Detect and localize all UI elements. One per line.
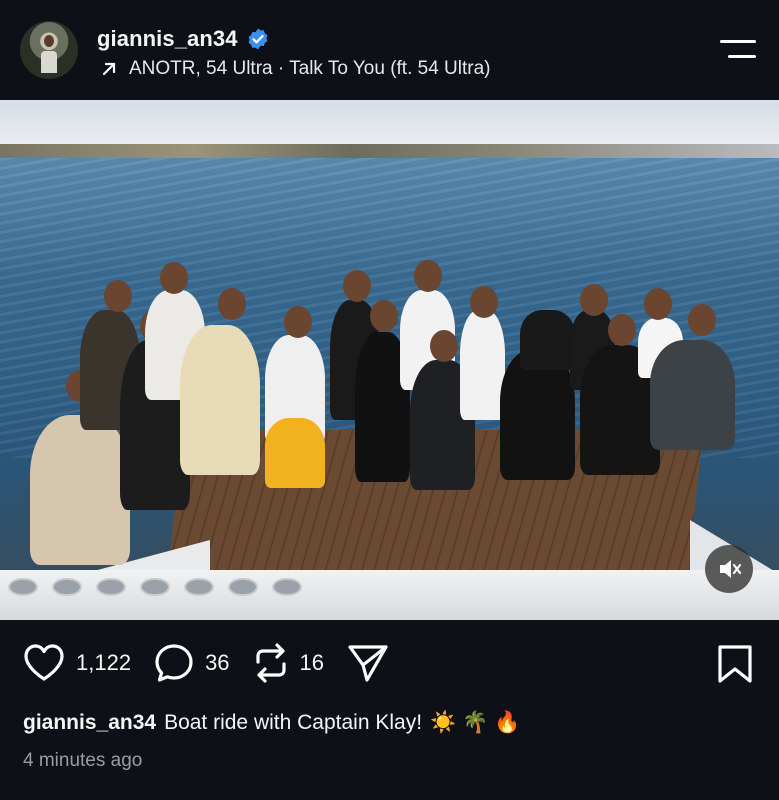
speaker-muted-icon [720,560,742,578]
action-bar: 1,122 36 16 [22,642,412,684]
photo-boat-vents [0,578,302,596]
timestamp: 4 minutes ago [23,750,143,771]
username-row: giannis_an34 [97,26,270,52]
send-icon [348,645,388,682]
mute-button[interactable] [705,545,753,593]
like-count: 1,122 [76,650,132,675]
heart-icon [24,644,64,681]
repost-icon [255,643,286,683]
music-label: ANOTR, 54 Ultra · Talk To You (ft. 54 Ul… [129,58,491,79]
caption-username[interactable]: giannis_an34 [23,711,156,735]
arrow-up-right-icon [102,62,116,76]
music-row[interactable]: ANOTR, 54 Ultra · Talk To You (ft. 54 Ul… [99,58,491,80]
comment-button[interactable]: 36 [153,642,230,684]
avatar-figure-jersey [41,51,57,73]
avatar[interactable] [20,21,78,79]
caption-text: Boat ride with Captain Klay! [164,711,423,734]
bookmark-icon[interactable] [716,644,754,684]
repost-button[interactable]: 16 [252,642,324,684]
username[interactable]: giannis_an34 [97,26,238,52]
avatar-figure-head [44,35,54,47]
repost-count: 16 [299,650,325,675]
post-header: giannis_an34 ANOTR, 54 Ultra · Talk To Y… [0,0,779,100]
caption-emojis: ☀️ 🌴 🔥 [430,711,521,734]
verified-badge-icon [248,28,267,50]
caption: giannis_an34 Boat ride with Captain Klay… [23,711,520,735]
comment-icon [155,644,193,682]
share-button[interactable] [346,642,390,684]
menu-icon[interactable] [716,38,760,62]
comment-count: 36 [205,650,230,675]
post-photo[interactable] [0,100,779,620]
like-button[interactable]: 1,122 [22,643,131,683]
